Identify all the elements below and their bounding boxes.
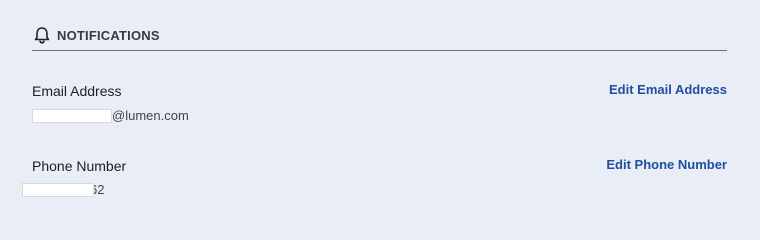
edit-email-address-link[interactable]: Edit Email Address	[609, 82, 727, 97]
bell-icon	[34, 27, 50, 44]
email-address-value: @lumen.com	[32, 108, 189, 123]
email-address-label: Email Address	[32, 83, 122, 99]
notifications-section-header: NOTIFICATIONS	[32, 26, 727, 51]
section-title: NOTIFICATIONS	[57, 28, 160, 43]
phone-number-label: Phone Number	[32, 158, 127, 174]
email-domain: @lumen.com	[112, 108, 189, 123]
phone-redaction	[22, 182, 94, 197]
email-redaction	[32, 108, 112, 123]
phone-number-value: 62	[22, 182, 104, 197]
edit-phone-number-link[interactable]: Edit Phone Number	[606, 157, 727, 172]
